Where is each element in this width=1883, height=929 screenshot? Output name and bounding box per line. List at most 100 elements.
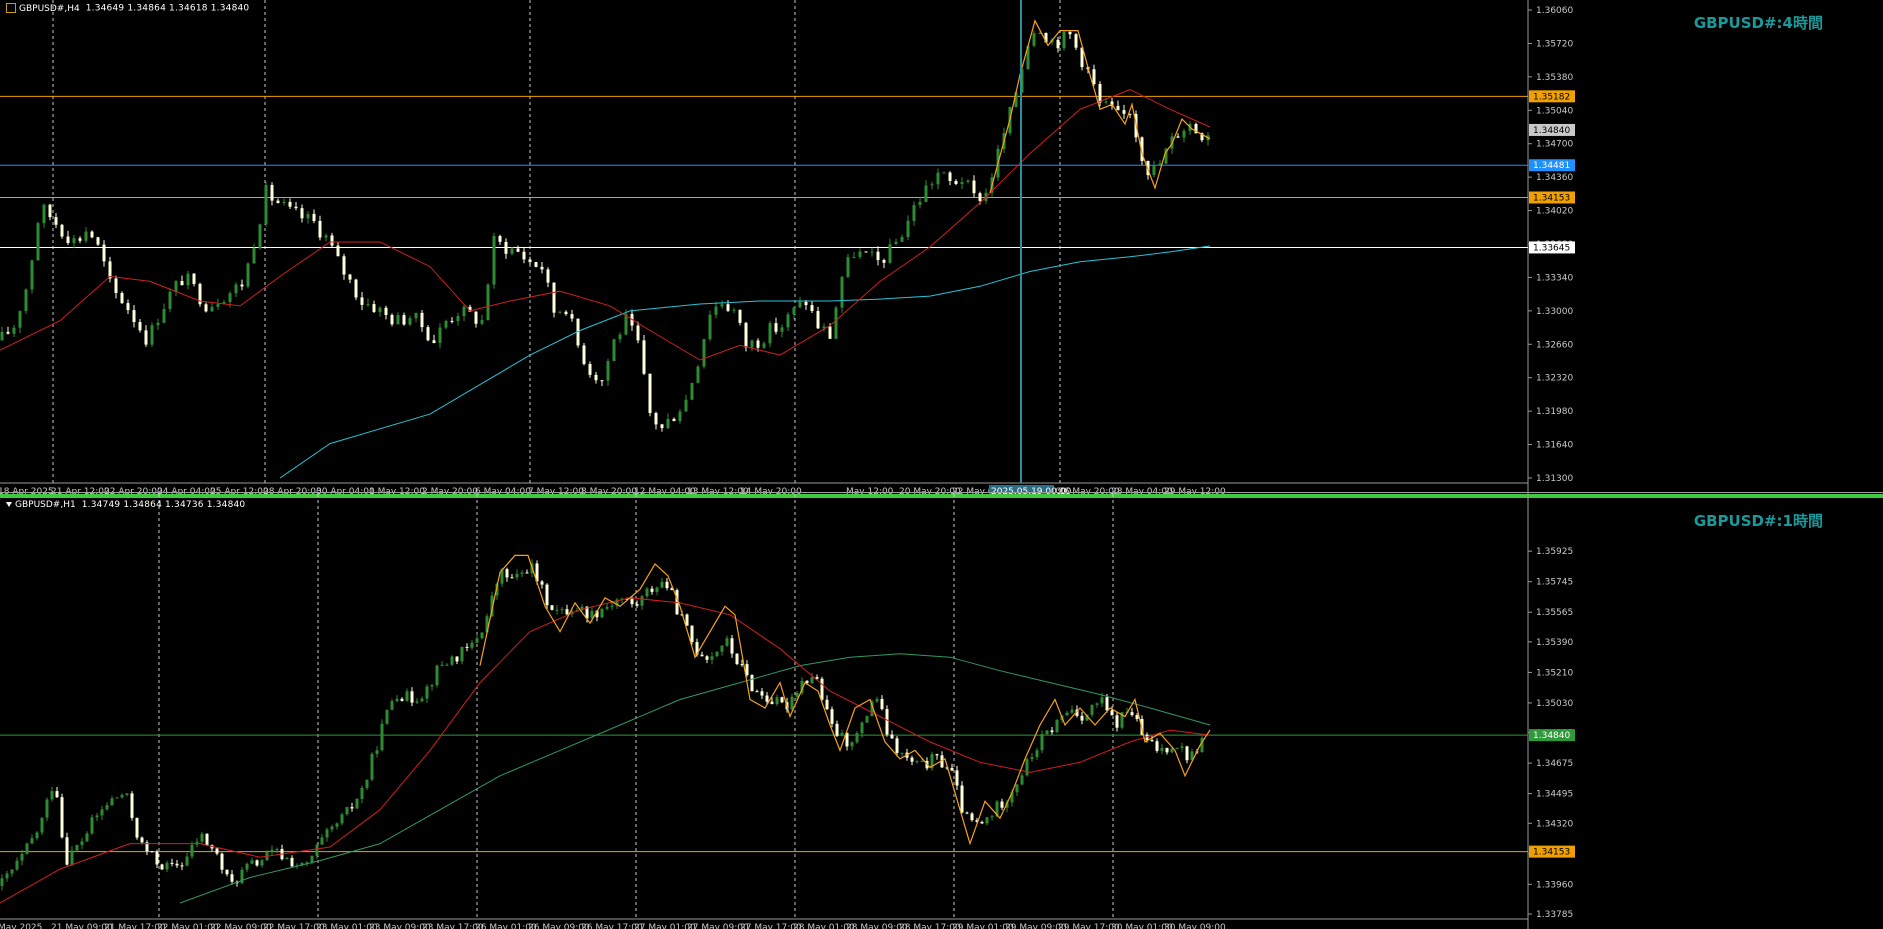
candle-body[interactable] — [120, 794, 124, 798]
candle-body[interactable] — [660, 424, 664, 429]
candle-body[interactable] — [165, 862, 169, 870]
candle-body[interactable] — [846, 257, 850, 277]
candle-body[interactable] — [400, 698, 404, 701]
candle-body[interactable] — [1056, 39, 1060, 49]
candle-body[interactable] — [430, 685, 434, 687]
candle-body[interactable] — [60, 224, 64, 237]
candle-body[interactable] — [915, 760, 919, 762]
candle-body[interactable] — [774, 323, 778, 332]
candle-body[interactable] — [744, 322, 748, 348]
candle-body[interactable] — [306, 213, 310, 219]
candle-body[interactable] — [12, 327, 16, 334]
candle-body[interactable] — [465, 646, 469, 648]
candle-body[interactable] — [246, 263, 250, 287]
candle-body[interactable] — [550, 605, 554, 610]
candle-body[interactable] — [980, 821, 984, 824]
candle-body[interactable] — [1092, 69, 1096, 85]
candle-body[interactable] — [770, 701, 774, 705]
candle-body[interactable] — [792, 307, 796, 315]
candle-body[interactable] — [130, 793, 134, 818]
candle-body[interactable] — [215, 848, 219, 854]
candle-body[interactable] — [735, 653, 739, 665]
candle-body[interactable] — [700, 654, 704, 657]
candle-body[interactable] — [840, 276, 844, 308]
candle-body[interactable] — [1040, 734, 1044, 751]
candle-body[interactable] — [375, 750, 379, 754]
candle-body[interactable] — [440, 664, 444, 666]
candle-body[interactable] — [1050, 730, 1054, 733]
candle-body[interactable] — [355, 798, 359, 809]
candle-body[interactable] — [425, 686, 429, 699]
candle-body[interactable] — [1175, 747, 1179, 749]
candle-body[interactable] — [54, 217, 58, 225]
candle-body[interactable] — [1100, 697, 1104, 704]
candle-body[interactable] — [920, 760, 924, 762]
candle-body[interactable] — [820, 678, 824, 700]
candle-body[interactable] — [1158, 163, 1162, 166]
candle-body[interactable] — [740, 664, 744, 666]
candle-body[interactable] — [110, 798, 114, 806]
candle-body[interactable] — [325, 829, 329, 838]
candle-body[interactable] — [125, 793, 129, 795]
candle-body[interactable] — [115, 797, 119, 799]
candle-body[interactable] — [760, 691, 764, 696]
candle-body[interactable] — [415, 701, 419, 703]
candle-body[interactable] — [630, 598, 634, 605]
candle-body[interactable] — [672, 418, 676, 422]
candle-body[interactable] — [45, 799, 49, 818]
candle-body[interactable] — [35, 832, 39, 839]
candle-body[interactable] — [360, 787, 364, 799]
candle-body[interactable] — [290, 857, 294, 867]
candle-body[interactable] — [255, 860, 259, 866]
candle-body[interactable] — [855, 733, 859, 743]
candle-body[interactable] — [726, 304, 730, 311]
candle-body[interactable] — [978, 193, 982, 201]
candle-body[interactable] — [366, 304, 370, 306]
candle-body[interactable] — [372, 304, 376, 312]
candle-body[interactable] — [132, 310, 136, 323]
candle-body[interactable] — [942, 172, 946, 174]
candle-body[interactable] — [765, 695, 769, 702]
candle-body[interactable] — [690, 625, 694, 643]
candle-body[interactable] — [414, 312, 418, 319]
candle-body[interactable] — [918, 201, 922, 206]
candle-body[interactable] — [1068, 31, 1072, 35]
candle-body[interactable] — [288, 201, 292, 207]
candle-body[interactable] — [378, 307, 382, 312]
candle-body[interactable] — [138, 322, 142, 331]
candle-body[interactable] — [1185, 746, 1189, 761]
candle-body[interactable] — [1015, 784, 1019, 793]
candle-body[interactable] — [960, 182, 964, 185]
candle-body[interactable] — [1182, 130, 1186, 138]
candle-body[interactable] — [1090, 704, 1094, 715]
candle-body[interactable] — [645, 588, 649, 597]
candle-body[interactable] — [150, 851, 154, 853]
candle-body[interactable] — [835, 723, 839, 736]
candle-body[interactable] — [1045, 730, 1049, 735]
candle-body[interactable] — [80, 841, 84, 845]
candle-body[interactable] — [1180, 746, 1184, 748]
candle-body[interactable] — [790, 696, 794, 710]
candle-body[interactable] — [520, 572, 524, 574]
candle-body[interactable] — [710, 656, 714, 660]
candle-body[interactable] — [540, 581, 544, 585]
candle-body[interactable] — [888, 244, 892, 263]
candle-body[interactable] — [50, 791, 54, 800]
candle-body[interactable] — [225, 869, 229, 875]
candle-body[interactable] — [90, 231, 94, 238]
candle-body[interactable] — [480, 320, 484, 324]
candle-body[interactable] — [30, 260, 34, 290]
candle-body[interactable] — [534, 262, 538, 267]
candle-body[interactable] — [1070, 709, 1074, 713]
candle-body[interactable] — [504, 241, 508, 254]
candle-body[interactable] — [864, 251, 868, 253]
candle-body[interactable] — [258, 224, 262, 249]
candle-body[interactable] — [395, 698, 399, 702]
candle-body[interactable] — [582, 345, 586, 365]
candle-body[interactable] — [460, 646, 464, 662]
candle-body[interactable] — [390, 314, 394, 325]
candle-body[interactable] — [435, 665, 439, 686]
candle-body[interactable] — [545, 584, 549, 606]
candle-body[interactable] — [36, 223, 40, 261]
candle-body[interactable] — [360, 297, 364, 305]
